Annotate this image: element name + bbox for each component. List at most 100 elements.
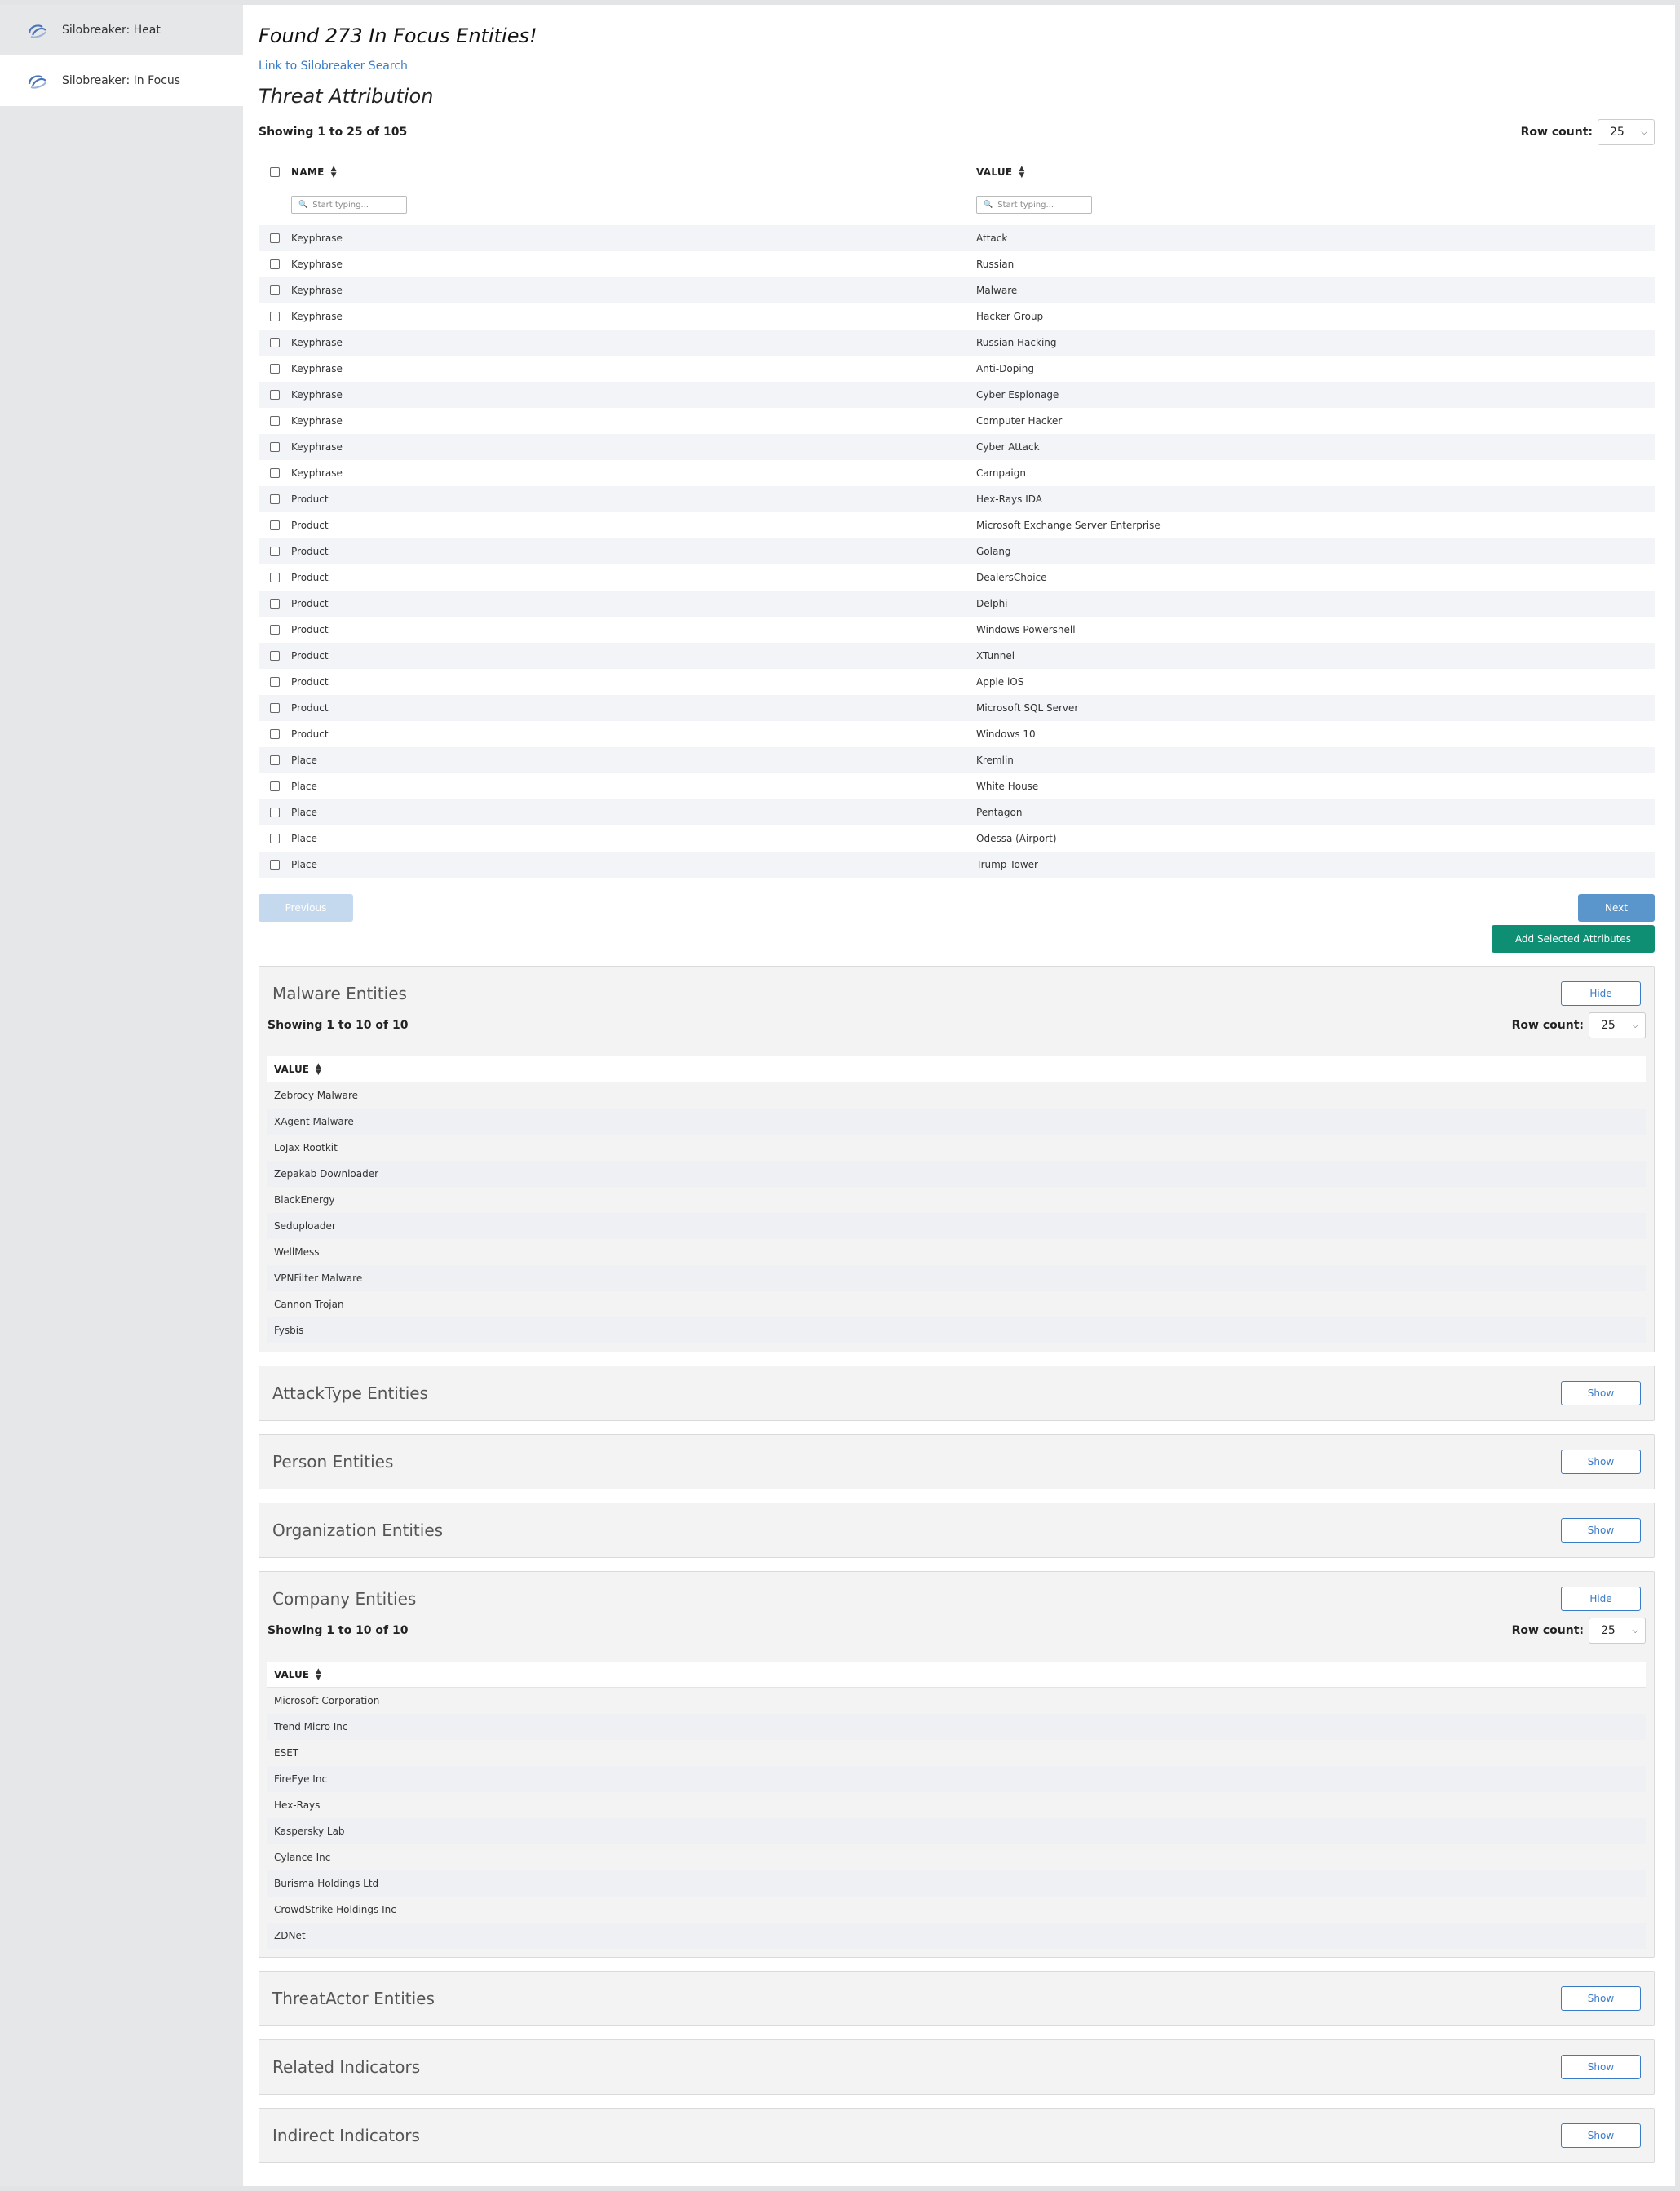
row-checkbox[interactable] xyxy=(270,573,280,582)
table-row[interactable]: Keyphrase Russian Hacking xyxy=(259,330,1655,356)
row-value: White House xyxy=(976,781,1039,792)
row-checkbox[interactable] xyxy=(270,677,280,687)
row-checkbox[interactable] xyxy=(270,860,280,870)
value-filter-input[interactable]: 🔍 Start typing... xyxy=(976,196,1092,214)
table-row[interactable]: Place Trump Tower xyxy=(259,852,1655,878)
sort-icon[interactable]: ▲ ▼ xyxy=(1019,165,1024,179)
row-checkbox[interactable] xyxy=(270,364,280,374)
column-header-value[interactable]: VALUE xyxy=(976,166,1012,178)
row-checkbox[interactable] xyxy=(270,442,280,452)
previous-button[interactable]: Previous xyxy=(259,894,353,922)
row-checkbox[interactable] xyxy=(270,729,280,739)
row-checkbox[interactable] xyxy=(270,312,280,321)
sort-icon[interactable]: ▲ ▼ xyxy=(331,165,337,179)
column-header-value[interactable]: VALUE xyxy=(274,1064,309,1075)
table-row[interactable]: Product Hex-Rays IDA xyxy=(259,486,1655,512)
show-button[interactable]: Show xyxy=(1561,2055,1641,2079)
table-row[interactable]: Product Microsoft SQL Server xyxy=(259,695,1655,721)
filter-placeholder: Start typing... xyxy=(312,200,369,210)
table-row[interactable]: Keyphrase Malware xyxy=(259,277,1655,303)
table-row[interactable]: Keyphrase Campaign xyxy=(259,460,1655,486)
add-selected-attributes-button[interactable]: Add Selected Attributes xyxy=(1492,925,1655,953)
table-row[interactable]: Keyphrase Anti-Doping xyxy=(259,356,1655,382)
silobreaker-search-link[interactable]: Link to Silobreaker Search xyxy=(259,59,1655,73)
row-count-control: Row count: 25 ⌵ xyxy=(1521,119,1655,145)
table-row[interactable]: Keyphrase Computer Hacker xyxy=(259,408,1655,434)
row-checkbox[interactable] xyxy=(270,599,280,609)
table-row[interactable]: Keyphrase Cyber Espionage xyxy=(259,382,1655,408)
row-checkbox[interactable] xyxy=(270,781,280,791)
table-row[interactable]: Place Odessa (Airport) xyxy=(259,825,1655,852)
organization-entities-panel: Organization Entities Show xyxy=(259,1503,1655,1558)
row-checkbox[interactable] xyxy=(270,494,280,504)
row-value: Cyber Espionage xyxy=(976,389,1059,401)
table-row[interactable]: Place White House xyxy=(259,773,1655,799)
sort-icon[interactable]: ▲ ▼ xyxy=(316,1667,321,1681)
row-checkbox[interactable] xyxy=(270,416,280,426)
show-button[interactable]: Show xyxy=(1561,1381,1641,1405)
table-row[interactable]: Place Kremlin xyxy=(259,747,1655,773)
table-row[interactable]: Product Windows Powershell xyxy=(259,617,1655,643)
row-checkbox[interactable] xyxy=(270,547,280,556)
column-header-value[interactable]: VALUE xyxy=(274,1669,309,1680)
row-value: Windows 10 xyxy=(976,728,1036,740)
table-row[interactable]: Keyphrase Hacker Group xyxy=(259,303,1655,330)
sort-icon[interactable]: ▲ ▼ xyxy=(316,1062,321,1076)
table-row[interactable]: Keyphrase Attack xyxy=(259,225,1655,251)
column-header-name[interactable]: NAME xyxy=(291,166,325,178)
search-icon: 🔍 xyxy=(298,201,308,209)
row-count-control: Row count: 25 ⌵ xyxy=(1512,1012,1646,1038)
row-checkbox[interactable] xyxy=(270,520,280,530)
sidebar-item-heat[interactable]: Silobreaker: Heat xyxy=(0,5,243,55)
row-checkbox[interactable] xyxy=(270,755,280,765)
table-row[interactable]: Product Apple iOS xyxy=(259,669,1655,695)
show-button[interactable]: Show xyxy=(1561,1986,1641,2011)
table-row[interactable]: Keyphrase Russian xyxy=(259,251,1655,277)
row-checkbox[interactable] xyxy=(270,808,280,817)
row-value: Fysbis xyxy=(274,1325,304,1336)
row-value: Kremlin xyxy=(976,755,1014,766)
table-row[interactable]: Product DealersChoice xyxy=(259,564,1655,591)
row-count-select[interactable]: 25 ⌵ xyxy=(1589,1618,1646,1644)
row-checkbox[interactable] xyxy=(270,390,280,400)
table-row[interactable]: Keyphrase Cyber Attack xyxy=(259,434,1655,460)
table-row[interactable]: Place Pentagon xyxy=(259,799,1655,825)
row-count-select[interactable]: 25 ⌵ xyxy=(1589,1012,1646,1038)
name-filter-input[interactable]: 🔍 Start typing... xyxy=(291,196,407,214)
table-row: FireEye Inc xyxy=(267,1766,1646,1792)
showing-count: Showing 1 to 10 of 10 xyxy=(267,1019,409,1032)
row-checkbox[interactable] xyxy=(270,703,280,713)
table-row: Trend Micro Inc xyxy=(267,1714,1646,1740)
table-row[interactable]: Product Golang xyxy=(259,538,1655,564)
table-header: NAME ▲ ▼ VALUE ▲ ▼ xyxy=(259,160,1655,184)
row-checkbox[interactable] xyxy=(270,233,280,243)
row-name: Keyphrase xyxy=(291,337,343,348)
show-button[interactable]: Show xyxy=(1561,1518,1641,1543)
row-checkbox[interactable] xyxy=(270,834,280,843)
row-checkbox[interactable] xyxy=(270,338,280,347)
sidebar-item-in-focus[interactable]: Silobreaker: In Focus xyxy=(0,55,243,106)
hide-button[interactable]: Hide xyxy=(1561,981,1641,1006)
show-button[interactable]: Show xyxy=(1561,1450,1641,1474)
row-count-select[interactable]: 25 ⌵ xyxy=(1598,119,1655,145)
table-row[interactable]: Product Windows 10 xyxy=(259,721,1655,747)
row-checkbox[interactable] xyxy=(270,259,280,269)
table-row[interactable]: Product XTunnel xyxy=(259,643,1655,669)
table-row[interactable]: Product Delphi xyxy=(259,591,1655,617)
row-name: Product xyxy=(291,728,329,740)
row-value: Hex-Rays xyxy=(274,1799,321,1811)
table-row[interactable]: Product Microsoft Exchange Server Enterpr… xyxy=(259,512,1655,538)
row-value: FireEye Inc xyxy=(274,1773,328,1785)
row-value: ZDNet xyxy=(274,1930,306,1941)
hide-button[interactable]: Hide xyxy=(1561,1587,1641,1611)
row-checkbox[interactable] xyxy=(270,468,280,478)
select-all-checkbox[interactable] xyxy=(270,166,280,177)
row-count-value: 25 xyxy=(1610,126,1625,139)
row-checkbox[interactable] xyxy=(270,651,280,661)
next-button[interactable]: Next xyxy=(1578,894,1655,922)
row-checkbox[interactable] xyxy=(270,625,280,635)
row-checkbox[interactable] xyxy=(270,285,280,295)
row-value: ESET xyxy=(274,1747,299,1759)
row-count-value: 25 xyxy=(1601,1624,1616,1637)
show-button[interactable]: Show xyxy=(1561,2123,1641,2148)
